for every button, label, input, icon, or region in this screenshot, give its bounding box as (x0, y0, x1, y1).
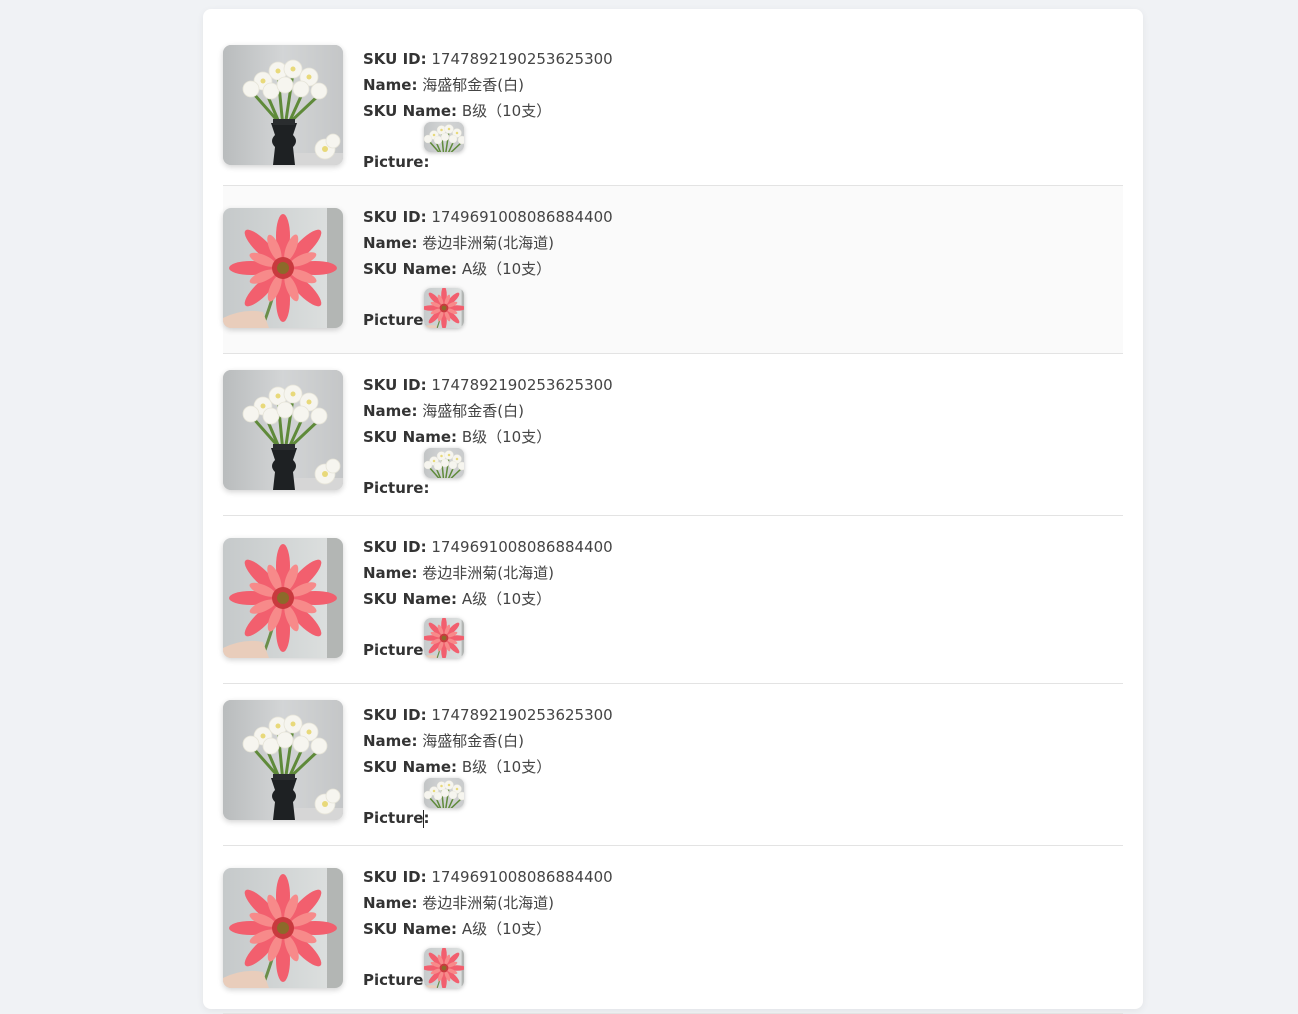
name-label: Name: (363, 564, 418, 582)
sku-name-value: B级（10支） (461, 428, 552, 446)
sku-id-label: SKU ID: (363, 538, 427, 556)
name-label: Name: (363, 402, 418, 420)
sku-info: SKU ID: 1749691008086884400 Name: 卷边非洲菊(… (363, 864, 613, 990)
sku-id-label: SKU ID: (363, 50, 427, 68)
sku-id-value: 1749691008086884400 (431, 538, 613, 556)
picture-thumbnail[interactable] (424, 778, 464, 808)
product-image (223, 538, 343, 658)
sku-name-label: SKU Name: (363, 102, 458, 120)
product-image (223, 45, 343, 165)
product-image (223, 700, 343, 820)
sku-name-label: SKU Name: (363, 260, 458, 278)
sku-id-value: 1747892190253625300 (431, 376, 613, 394)
sku-id-value: 1749691008086884400 (431, 208, 613, 226)
sku-info: SKU ID: 1747892190253625300 Name: 海盛郁金香(… (363, 46, 613, 172)
sku-id-value: 1747892190253625300 (431, 706, 613, 724)
name-value: 海盛郁金香(白) (422, 76, 524, 94)
list-item[interactable]: SKU ID: 1749691008086884400 Name: 卷边非洲菊(… (223, 186, 1123, 354)
sku-id-value: 1749691008086884400 (431, 868, 613, 886)
picture-label: Picture: (363, 153, 430, 171)
picture-thumbnail[interactable] (424, 948, 464, 988)
picture-thumbnail[interactable] (424, 618, 464, 658)
name-label: Name: (363, 76, 418, 94)
sku-name-value: A级（10支） (461, 920, 552, 938)
sku-id-label: SKU ID: (363, 376, 427, 394)
product-image (223, 370, 343, 490)
picture-thumbnail[interactable] (424, 448, 464, 478)
name-value: 卷边非洲菊(北海道) (422, 234, 554, 252)
name-value: 海盛郁金香(白) (422, 402, 524, 420)
sku-list: SKU ID: 1747892190253625300 Name: 海盛郁金香(… (223, 25, 1123, 1014)
sku-name-value: B级（10支） (461, 102, 552, 120)
sku-id-value: 1747892190253625300 (431, 50, 613, 68)
sku-list-card: SKU ID: 1747892190253625300 Name: 海盛郁金香(… (203, 9, 1143, 1014)
picture-thumbnail[interactable] (424, 122, 464, 152)
sku-name-label: SKU Name: (363, 920, 458, 938)
name-value: 海盛郁金香(白) (422, 732, 524, 750)
sku-name-label: SKU Name: (363, 590, 458, 608)
text-cursor (423, 810, 424, 828)
name-label: Name: (363, 894, 418, 912)
sku-id-label: SKU ID: (363, 208, 427, 226)
picture-label: Picture: (363, 311, 430, 329)
list-item[interactable]: SKU ID: 1747892190253625300 Name: 海盛郁金香(… (223, 354, 1123, 516)
sku-name-value: A级（10支） (461, 590, 552, 608)
sku-info: SKU ID: 1747892190253625300 Name: 海盛郁金香(… (363, 702, 613, 828)
list-item[interactable]: SKU ID: 1749691008086884400 Name: 卷边非洲菊(… (223, 516, 1123, 684)
picture-label: Picture: (363, 971, 430, 989)
sku-name-label: SKU Name: (363, 428, 458, 446)
sku-id-label: SKU ID: (363, 706, 427, 724)
sku-name-label: SKU Name: (363, 758, 458, 776)
list-item[interactable]: SKU ID: 1747892190253625300 Name: 海盛郁金香(… (223, 684, 1123, 846)
sku-name-value: B级（10支） (461, 758, 552, 776)
picture-label: Picture: (363, 641, 430, 659)
sku-name-value: A级（10支） (461, 260, 552, 278)
list-item[interactable]: SKU ID: 1749691008086884400 Name: 卷边非洲菊(… (223, 846, 1123, 1014)
picture-label: Picture: (363, 479, 430, 497)
product-image (223, 868, 343, 988)
name-label: Name: (363, 732, 418, 750)
sku-info: SKU ID: 1749691008086884400 Name: 卷边非洲菊(… (363, 204, 613, 330)
list-item[interactable]: SKU ID: 1747892190253625300 Name: 海盛郁金香(… (223, 25, 1123, 186)
name-value: 卷边非洲菊(北海道) (422, 894, 554, 912)
picture-thumbnail[interactable] (424, 288, 464, 328)
name-label: Name: (363, 234, 418, 252)
sku-info: SKU ID: 1747892190253625300 Name: 海盛郁金香(… (363, 372, 613, 498)
name-value: 卷边非洲菊(北海道) (422, 564, 554, 582)
sku-info: SKU ID: 1749691008086884400 Name: 卷边非洲菊(… (363, 534, 613, 660)
product-image (223, 208, 343, 328)
sku-id-label: SKU ID: (363, 868, 427, 886)
picture-label: Picture: (363, 809, 430, 827)
